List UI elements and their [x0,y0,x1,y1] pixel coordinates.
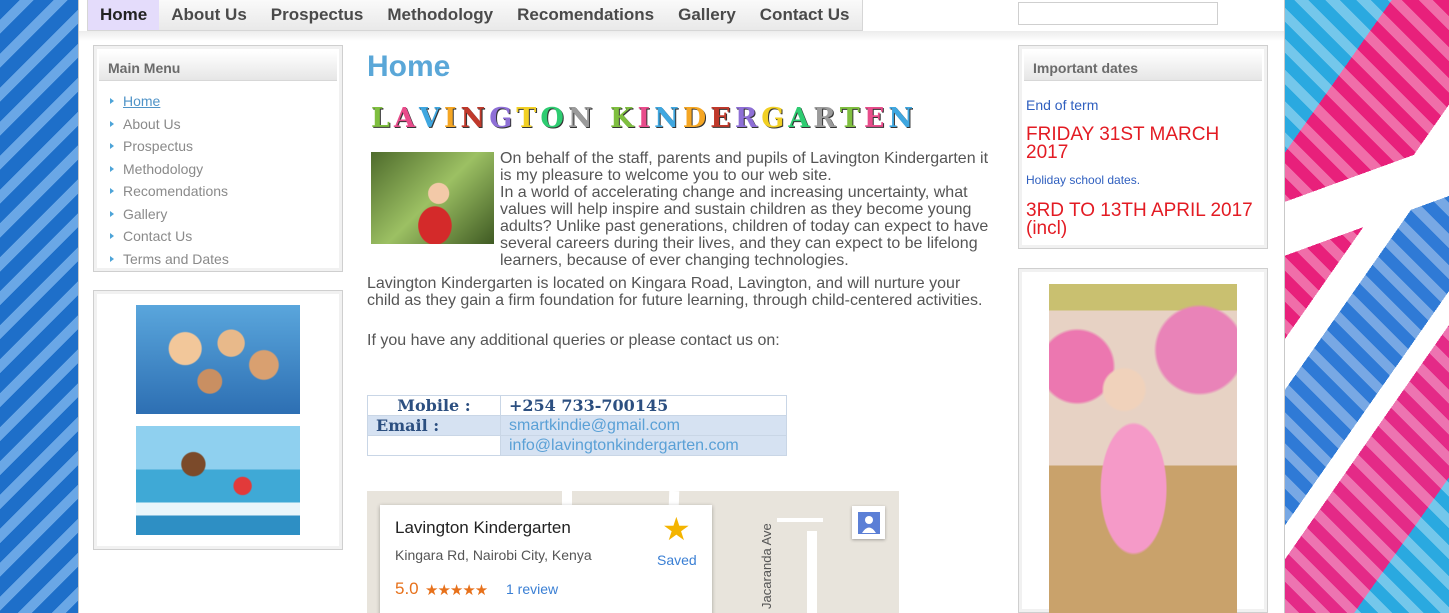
banner-letter: R [813,103,840,134]
banner-letter: N [567,103,597,134]
values-paragraph: In a world of accelerating change and in… [500,184,989,269]
mobile-label: Mobile : [367,395,501,416]
map-road [807,531,817,613]
street-view-pegman-icon[interactable] [852,506,885,539]
banner-letter: N [888,103,918,134]
background-decoration-right [1285,0,1449,613]
contact-table: Mobile : +254 733-700145 Email : smartki… [367,395,787,456]
google-map[interactable]: Jacaranda Ave Lavington Kindergarten Kin… [367,491,899,613]
dance-photo-module [1018,268,1268,613]
map-road [777,518,823,522]
end-of-term-date: FRIDAY 31ST MARCH 2017 [1026,124,1220,163]
location-paragraph: Lavington Kindergarten is located on Kin… [367,275,983,309]
banner-letter: V [418,103,444,134]
queries-paragraph: If you have any additional queries or pl… [367,332,780,349]
nav-about-us[interactable]: About Us [159,0,259,30]
place-name[interactable]: Lavington Kindergarten [395,518,571,538]
email-label: Email : [367,415,501,436]
nav-prospectus[interactable]: Prospectus [259,0,376,30]
menu-item-gallery[interactable]: Gallery [108,205,342,228]
saved-label[interactable]: Saved [657,552,697,568]
banner-letter: E [863,103,889,134]
banner-letter: G [489,103,517,134]
menu-item-terms-and-dates[interactable]: Terms and Dates [108,250,342,273]
email-secondary-link[interactable]: info@lavingtonkindergarten.com [500,435,787,456]
nav-home[interactable]: Home [88,0,160,30]
nav-contact-us[interactable]: Contact Us [748,0,862,30]
menu-item-methodology[interactable]: Methodology [108,160,342,183]
page-title: Home [367,50,451,83]
holiday-label: Holiday school dates. [1026,173,1141,187]
photos-module [93,290,343,550]
end-of-term-label: End of term [1026,97,1099,113]
water-play-photo [136,426,300,535]
banner-letter: D [682,103,711,134]
email-label-empty [367,435,501,456]
banner-letter: N [654,103,683,134]
menu-item-prospectus[interactable]: Prospectus [108,137,342,160]
welcome-paragraph: On behalf of the staff, parents and pupi… [500,150,989,184]
banner-letter: I [443,103,461,134]
email-primary-link[interactable]: smartkindie@gmail.com [500,415,787,436]
banner-letter: A [393,103,419,134]
holiday-dates: 3RD TO 13TH APRIL 2017 (incl) [1026,200,1253,239]
ballet-dancers-photo [1049,284,1237,613]
rating-stars-icon: ★★★★★ [425,582,488,599]
main-menu-module: Main Menu Home About Us Prospectus Metho… [93,45,343,272]
review-link[interactable]: 1 review [506,581,558,597]
place-rating: 5.0 [395,579,419,598]
children-group-photo [136,305,300,414]
important-dates-title: Important dates [1024,51,1262,81]
nav-gallery[interactable]: Gallery [666,0,748,30]
banner-letter: G [761,103,789,134]
place-info-card: Lavington Kindergarten Kingara Rd, Nairo… [380,505,712,613]
kindergarten-banner: LAVINGTON KINDERGARTEN [371,103,917,134]
banner-letter: N [460,103,490,134]
top-navigation: Home About Us Prospectus Methodology Rec… [87,0,863,31]
header-shadow [79,31,1284,41]
mobile-value: +254 733-700145 [500,395,787,416]
menu-item-contact-us[interactable]: Contact Us [108,227,342,250]
menu-item-about-us[interactable]: About Us [108,115,342,138]
banner-letter: A [788,103,814,134]
banner-letter: K [610,103,638,134]
banner-letter: I [637,103,655,134]
main-menu-list: Home About Us Prospectus Methodology Rec… [94,81,342,272]
banner-letter: T [839,103,864,134]
page-container: Home About Us Prospectus Methodology Rec… [78,0,1285,613]
search-input[interactable] [1018,2,1218,25]
banner-letter [597,103,610,134]
menu-item-home[interactable]: Home [108,92,342,115]
banner-letter: L [371,103,394,134]
nav-methodology[interactable]: Methodology [375,0,505,30]
saved-star-icon[interactable]: ★ [662,510,691,548]
banner-letter: E [710,103,735,134]
nav-recomendations[interactable]: Recomendations [505,0,666,30]
welcome-text: On behalf of the staff, parents and pupi… [367,150,992,269]
main-menu-title: Main Menu [99,51,337,81]
street-label: Jacaranda Ave [759,523,774,609]
values-paragraph-start: In a world of accelerating change and in… [367,184,992,269]
place-address: Kingara Rd, Nairobi City, Kenya [395,547,592,563]
banner-letter: T [516,103,541,134]
banner-letter: R [734,103,762,134]
menu-item-recomendations[interactable]: Recomendations [108,182,342,205]
banner-letter: O [540,103,568,134]
